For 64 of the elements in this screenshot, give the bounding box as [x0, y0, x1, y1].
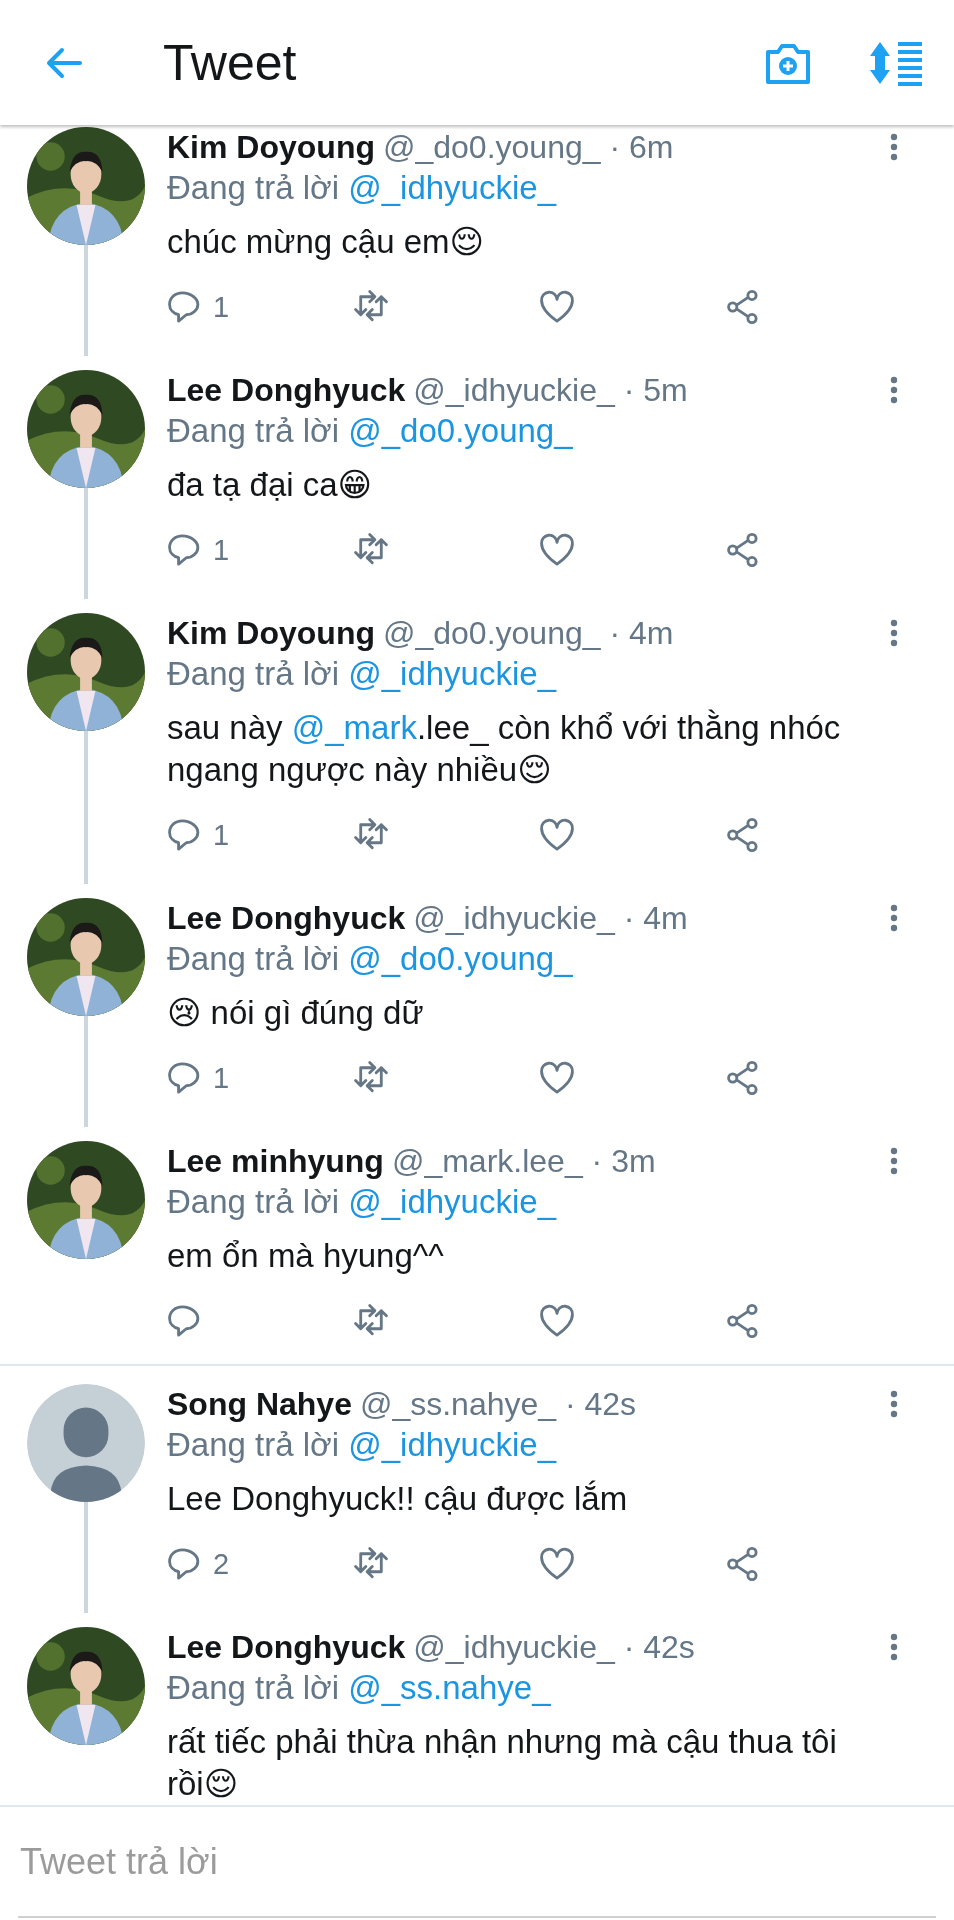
- share-icon[interactable]: [725, 1303, 761, 1339]
- handle-time: @_mark.lee_ · 3m: [391, 1142, 657, 1180]
- tweet-text: chúc mừng cậu em😌: [167, 222, 485, 262]
- share-icon[interactable]: [725, 289, 761, 325]
- heart-icon[interactable]: [539, 817, 575, 853]
- reply-count: 1: [213, 290, 230, 324]
- tweet-text: 😢 nói gì đúng dữ: [167, 993, 425, 1033]
- handle-time: @_do0.young_ · 4m: [383, 614, 675, 652]
- more-icon[interactable]: [890, 376, 898, 404]
- mention-link[interactable]: @_idhyuckie_: [348, 1426, 556, 1463]
- reply-count: 1: [213, 533, 230, 567]
- handle-time: @_ss.nahye_ · 42s: [359, 1385, 638, 1423]
- handle-time: @_idhyuckie_ · 5m: [413, 371, 689, 409]
- user-name: Kim Doyoung: [167, 128, 375, 166]
- heart-icon[interactable]: [539, 1060, 575, 1096]
- tweet-text: em ổn mà hyung^^: [167, 1236, 445, 1276]
- mention-link[interactable]: @_do0.young_: [348, 940, 573, 977]
- more-icon[interactable]: [890, 1633, 898, 1661]
- reply-context: Đang trả lời @_ss.nahye_: [167, 1668, 552, 1708]
- user-name: Lee Donghyuck: [167, 1628, 406, 1666]
- tweet-text: sau này @_mark.lee_ còn khổ với thằng nhóc ngang ngược này nhiều😌: [167, 708, 842, 790]
- handle-time: @_do0.young_ · 6m: [383, 128, 675, 166]
- reply-count: 2: [213, 1547, 230, 1581]
- reply-context: Đang trả lời @_idhyuckie_: [167, 168, 558, 208]
- more-icon[interactable]: [890, 1147, 898, 1175]
- handle-time: @_idhyuckie_ · 42s: [413, 1628, 696, 1666]
- tweet-text: Lee Donghyuck!! cậu được lắm: [167, 1479, 629, 1519]
- heart-icon[interactable]: [539, 289, 575, 325]
- heart-icon[interactable]: [539, 1303, 575, 1339]
- share-icon[interactable]: [725, 1060, 761, 1096]
- mention-link[interactable]: @_idhyuckie_: [348, 169, 556, 206]
- heart-icon[interactable]: [539, 1546, 575, 1582]
- user-name: Kim Doyoung: [167, 614, 375, 652]
- mention-link[interactable]: @_idhyuckie_: [348, 655, 556, 692]
- reply-context: Đang trả lời @_do0.young_: [167, 939, 574, 979]
- reply-context: Đang trả lời @_idhyuckie_: [167, 654, 558, 694]
- reply-input-field[interactable]: Tweet trả lời: [18, 1807, 936, 1918]
- heart-icon[interactable]: [539, 532, 575, 568]
- mention-link[interactable]: @_do0.young_: [348, 412, 573, 449]
- mention-link[interactable]: @_mark: [291, 709, 417, 746]
- share-icon[interactable]: [725, 1546, 761, 1582]
- reply-context: Đang trả lời @_idhyuckie_: [167, 1182, 558, 1222]
- reply-context: Đang trả lời @_idhyuckie_: [167, 1425, 558, 1465]
- default-avatar-icon: [26, 1384, 145, 1502]
- user-name: Lee Donghyuck: [167, 899, 406, 937]
- more-icon[interactable]: [890, 619, 898, 647]
- share-icon[interactable]: [725, 532, 761, 568]
- handle-time: @_idhyuckie_ · 4m: [413, 899, 689, 937]
- user-name: Lee minhyung: [167, 1142, 384, 1180]
- reply-count: 1: [213, 818, 230, 852]
- mention-link[interactable]: @_ss.nahye_: [348, 1669, 551, 1706]
- mention-link[interactable]: @_idhyuckie_: [348, 1183, 556, 1220]
- share-icon[interactable]: [725, 817, 761, 853]
- reply-context: Đang trả lời @_do0.young_: [167, 411, 574, 451]
- more-icon[interactable]: [890, 133, 898, 161]
- sort-icon[interactable]: [868, 39, 924, 86]
- user-name: Lee Donghyuck: [167, 371, 406, 409]
- reply-count: 1: [213, 1061, 230, 1095]
- page-title: Tweet: [163, 33, 298, 92]
- more-icon[interactable]: [890, 1390, 898, 1418]
- user-name: Song Nahye: [167, 1385, 352, 1423]
- tweet-text: đa tạ đại ca😁: [167, 465, 374, 505]
- more-icon[interactable]: [890, 904, 898, 932]
- tweet-text: rất tiếc phải thừa nhận nhưng mà cậu thua tôi rồi😌: [167, 1722, 838, 1804]
